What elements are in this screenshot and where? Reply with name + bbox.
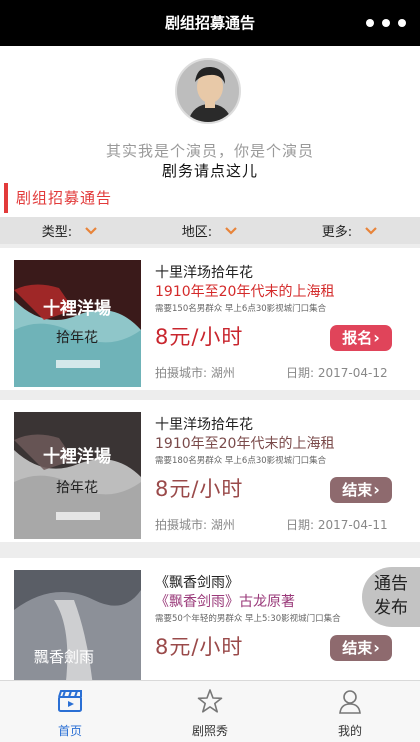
publish-label-line2: 发布 bbox=[374, 598, 408, 618]
section-header: 剧组招募通告 bbox=[0, 181, 420, 217]
card-date: 日期: 2017-04-12 bbox=[286, 366, 388, 380]
card-requirement: 需要180名男群众 早上6点30影视城门口集合 bbox=[155, 456, 327, 466]
filter-region-label: 地区: bbox=[181, 225, 213, 240]
casting-card[interactable]: 十裡洋場 拾年花 十里洋场拾年花 1910年至20年代末的上海租 需要180名男… bbox=[0, 400, 420, 542]
ended-button[interactable]: 结束 bbox=[330, 635, 392, 661]
user-icon bbox=[339, 690, 361, 714]
avatar[interactable] bbox=[175, 58, 241, 124]
section-accent-bar bbox=[4, 183, 8, 213]
card-title: 十里洋场拾年花 bbox=[155, 265, 253, 281]
poster-title: 飄香劍雨 bbox=[34, 648, 94, 666]
title-bar: 剧组招募通告 bbox=[0, 0, 420, 46]
card-subtitle: 《飘香剑雨》古龙原著 bbox=[155, 594, 295, 610]
tab-mine-label: 我的 bbox=[337, 724, 362, 738]
bottom-tab-bar: 首页 剧照秀 我的 bbox=[0, 680, 420, 742]
card-title: 十里洋场拾年花 bbox=[155, 417, 253, 433]
card-subtitle: 1910年至20年代末的上海租 bbox=[155, 284, 335, 300]
card-requirement: 需要50个年轻的男群众 早上5:30影视城门口集合 bbox=[155, 614, 341, 624]
tab-stills-label: 剧照秀 bbox=[191, 724, 228, 738]
tab-stills[interactable]: 剧照秀 bbox=[140, 681, 280, 742]
filter-more-label: 更多: bbox=[321, 225, 353, 240]
clapperboard-icon bbox=[58, 690, 82, 712]
card-city: 拍摄城市: 湖州 bbox=[155, 518, 235, 532]
more-dots-icon[interactable] bbox=[366, 14, 406, 32]
signup-button[interactable]: 报名 bbox=[330, 325, 392, 351]
ended-button[interactable]: 结束 bbox=[330, 477, 392, 503]
filter-type[interactable]: 类型: bbox=[0, 217, 140, 244]
poster-title: 十裡洋場 bbox=[43, 446, 111, 467]
card-price: 8元/小时 bbox=[155, 325, 244, 349]
casting-card[interactable]: 十裡洋場 拾年花 十里洋场拾年花 1910年至20年代末的上海租 需要150名男… bbox=[0, 248, 420, 390]
slogan-text: 其实我是个演员，你是个演员 bbox=[105, 142, 314, 160]
card-date: 日期: 2017-04-11 bbox=[286, 518, 388, 532]
card-subtitle: 1910年至20年代末的上海租 bbox=[155, 436, 335, 452]
page-title: 剧组招募通告 bbox=[164, 14, 255, 32]
tab-home[interactable]: 首页 bbox=[0, 681, 140, 742]
chevron-down-icon bbox=[85, 226, 97, 235]
section-title: 剧组招募通告 bbox=[16, 189, 113, 207]
chevron-down-icon bbox=[365, 226, 377, 235]
filter-region[interactable]: 地区: bbox=[140, 217, 280, 244]
star-icon bbox=[197, 689, 223, 713]
filter-bar: 类型: 地区: 更多: bbox=[0, 217, 420, 244]
tab-home-label: 首页 bbox=[57, 724, 82, 738]
poster-subtitle: 拾年花 bbox=[56, 480, 98, 496]
filter-more[interactable]: 更多: bbox=[280, 217, 420, 244]
card-city: 拍摄城市: 湖州 bbox=[155, 366, 235, 380]
filter-type-label: 类型: bbox=[41, 225, 73, 240]
poster-subtitle: 拾年花 bbox=[56, 330, 98, 346]
card-price: 8元/小时 bbox=[155, 477, 244, 501]
card-price: 8元/小时 bbox=[155, 635, 244, 659]
chevron-down-icon bbox=[225, 226, 237, 235]
publish-label-line1: 通告 bbox=[374, 574, 408, 594]
publish-notice-button[interactable]: 通告 发布 bbox=[362, 567, 420, 627]
contact-link[interactable]: 剧务请点这儿 bbox=[0, 160, 420, 181]
card-requirement: 需要150名男群众 早上6点30影视城门口集合 bbox=[155, 304, 327, 314]
poster-image: 十裡洋場 拾年花 bbox=[14, 412, 141, 539]
poster-image: 飄香劍雨 bbox=[14, 570, 141, 697]
card-title: 《飘香剑雨》 bbox=[155, 575, 239, 591]
poster-image: 十裡洋場 拾年花 bbox=[14, 260, 141, 387]
poster-title: 十裡洋場 bbox=[43, 298, 111, 319]
hero-section: 其实我是个演员，你是个演员 剧务请点这儿 bbox=[0, 46, 420, 181]
casting-card[interactable]: 飄香劍雨 《飘香剑雨》 《飘香剑雨》古龙原著 需要50个年轻的男群众 早上5:3… bbox=[0, 558, 420, 700]
tab-mine[interactable]: 我的 bbox=[280, 681, 420, 742]
